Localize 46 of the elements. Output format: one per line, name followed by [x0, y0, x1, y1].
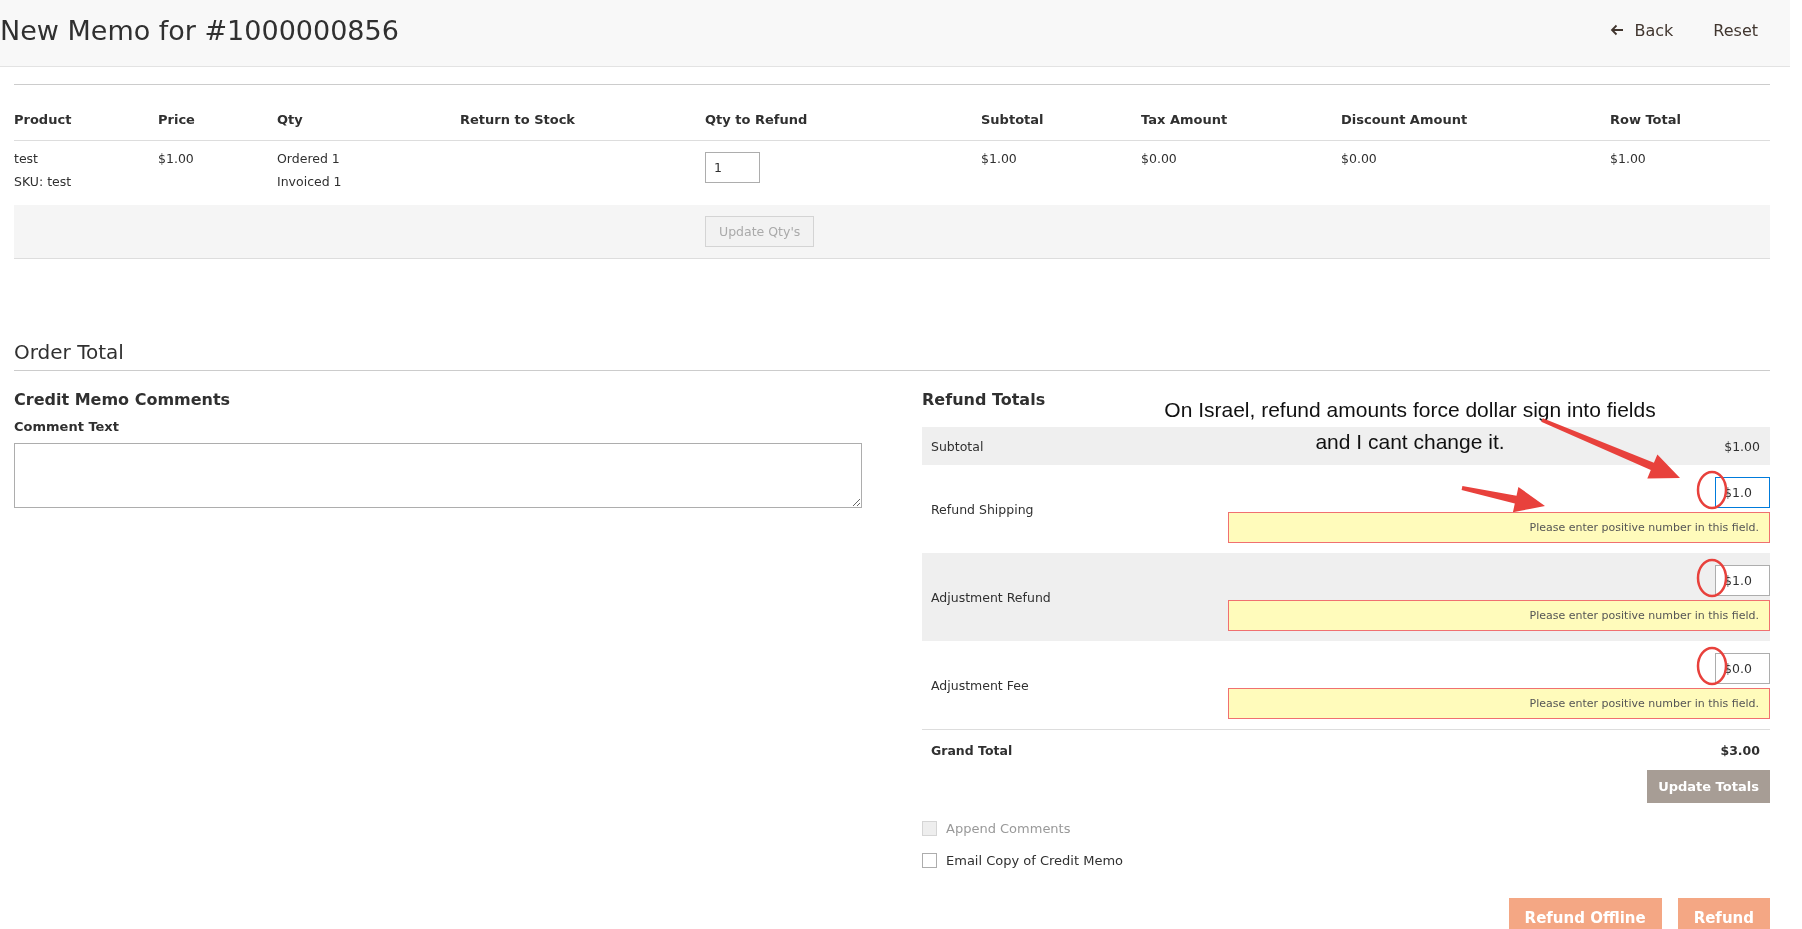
- back-link[interactable]: Back: [1610, 20, 1674, 40]
- table-cell-text: $0.00: [1141, 150, 1178, 168]
- column-header: Qty: [277, 112, 303, 127]
- grand-total-value: $3.00: [1720, 742, 1760, 758]
- annotation-text: and I cant change it.: [1315, 429, 1505, 455]
- column-header: Product: [14, 112, 72, 127]
- page-title: New Memo for #1000000856: [0, 14, 399, 48]
- table-cell-text: $1.00: [1610, 150, 1647, 168]
- qty-field[interactable]: 1: [705, 152, 760, 183]
- annotation-circle: [1696, 558, 1728, 598]
- column-header: Qty to Refund: [705, 112, 808, 127]
- totals-label: Adjustment Fee: [931, 677, 1029, 693]
- table-cell-text: $1.00: [981, 150, 1018, 168]
- reset-link[interactable]: Reset: [1713, 20, 1758, 40]
- section-title: Order Total: [14, 339, 125, 366]
- error-message: Please enter positive number in this field.: [1228, 688, 1770, 719]
- column-header: Tax Amount: [1141, 112, 1228, 127]
- error-message: Please enter positive number in this field.: [1228, 600, 1770, 631]
- column-header: Return to Stock: [460, 112, 576, 127]
- table-cell-text: Ordered 1: [277, 150, 341, 168]
- totals-value: $1.00: [1724, 438, 1760, 454]
- annotation-text: On Israel, refund amounts force dollar sign into fields: [1164, 397, 1656, 423]
- totals-label: Refund Shipping: [931, 501, 1034, 517]
- column-header: Row Total: [1610, 112, 1681, 127]
- table-cell-text: test: [14, 150, 39, 168]
- section-subtitle: Refund Totals: [922, 389, 1046, 411]
- column-header: Price: [158, 112, 195, 127]
- annotation-circle: [1696, 646, 1728, 686]
- field-label: Comment Text: [14, 419, 120, 435]
- checkbox-label: Email Copy of Credit Memo: [946, 853, 1124, 868]
- comment-field[interactable]: [14, 443, 862, 508]
- table-cell-text: $0.00: [1341, 150, 1378, 168]
- checkbox[interactable]: [922, 853, 937, 868]
- totals-label: Subtotal: [931, 438, 984, 454]
- column-header: Discount Amount: [1341, 112, 1468, 127]
- grand-total-label: Grand Total: [931, 742, 1013, 758]
- table-cell-text: Invoiced 1: [277, 173, 343, 191]
- section-subtitle: Credit Memo Comments: [14, 389, 231, 411]
- totals-label: Adjustment Refund: [931, 589, 1051, 605]
- error-message: Please enter positive number in this field.: [1228, 512, 1770, 543]
- annotation-circle: [1696, 470, 1728, 510]
- table-cell-text: SKU: test: [14, 173, 73, 191]
- arrow-left-icon: [1610, 24, 1625, 36]
- column-header: Subtotal: [981, 112, 1044, 127]
- table-cell-text: $1.00: [158, 150, 195, 168]
- checkbox-label: Append Comments: [946, 821, 1071, 836]
